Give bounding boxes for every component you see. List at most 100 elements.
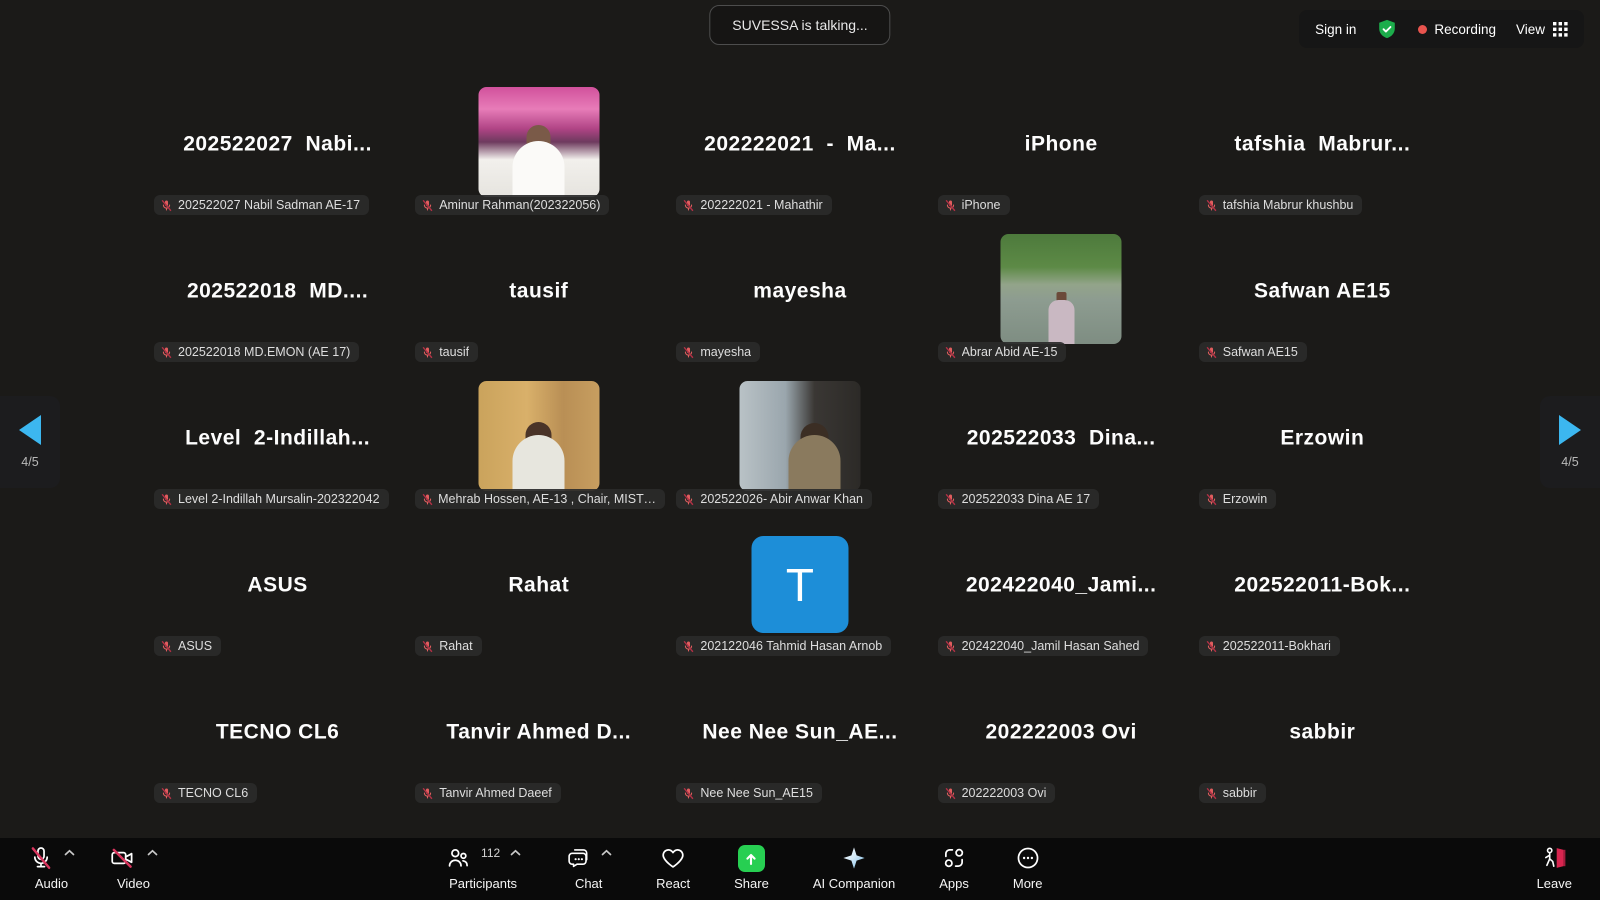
- mic-muted-icon: [421, 493, 433, 506]
- mic-muted-icon: [160, 640, 173, 653]
- participant-tile[interactable]: mayesha mayesha: [669, 220, 930, 367]
- prev-arrow-icon: [19, 415, 41, 445]
- mic-muted-icon: [160, 787, 173, 800]
- participants-count-badge: 112: [481, 846, 500, 860]
- participant-label-text: 202222021 - Mahathir: [700, 198, 822, 212]
- share-label: Share: [734, 876, 769, 891]
- participant-display-name: ASUS: [147, 573, 408, 597]
- participant-name-label: TECNO CL6: [154, 783, 257, 803]
- participant-label-text: Abrar Abid AE-15: [962, 345, 1058, 359]
- mic-muted-icon: [944, 346, 957, 359]
- ai-companion-button[interactable]: AI Companion: [813, 838, 895, 900]
- security-shield-icon[interactable]: [1376, 18, 1398, 40]
- participant-tile[interactable]: Safwan AE15Safwan AE15: [1192, 220, 1453, 367]
- participant-tile[interactable]: 202422040_Jami...202422040_Jamil Hasan S…: [931, 514, 1192, 661]
- video-options-chevron[interactable]: [147, 849, 158, 857]
- participant-label-text: Rahat: [439, 639, 472, 653]
- more-ellipsis-icon: [1015, 845, 1041, 871]
- participant-tile[interactable]: ASUSASUS: [147, 514, 408, 661]
- participant-tile[interactable]: Level 2-Indillah...Level 2-Indillah Murs…: [147, 367, 408, 514]
- participant-display-name: tafshia Mabrur...: [1192, 132, 1453, 156]
- participant-name-label: tausif: [415, 342, 478, 362]
- participant-tile[interactable]: TECNO CL6 TECNO CL6: [147, 661, 408, 808]
- participant-display-name: mayesha: [669, 279, 930, 303]
- participant-tile[interactable]: T202122046 Tahmid Hasan Arnob: [669, 514, 930, 661]
- react-button[interactable]: React: [656, 838, 690, 900]
- sign-in-button[interactable]: Sign in: [1315, 22, 1356, 37]
- participant-tile[interactable]: 202522027 Nabi...202522027 Nabil Sadman …: [147, 73, 408, 220]
- participant-tile[interactable]: Aminur Rahman(202322056): [408, 73, 669, 220]
- participant-name-label: Rahat: [415, 636, 481, 656]
- participant-name-label: Safwan AE15: [1199, 342, 1307, 362]
- mic-muted-icon: [160, 346, 173, 359]
- meeting-toolbar: Audio Video: [0, 838, 1600, 900]
- audio-options-chevron[interactable]: [64, 849, 75, 857]
- participant-label-text: Aminur Rahman(202322056): [439, 198, 600, 212]
- page-indicator: 4/5: [1561, 455, 1578, 469]
- participant-tile[interactable]: Abrar Abid AE-15: [931, 220, 1192, 367]
- mic-muted-icon: [944, 787, 957, 800]
- participant-tile[interactable]: sabbirsabbir: [1192, 661, 1453, 808]
- participant-tile[interactable]: 202222003 Ovi202222003 Ovi: [931, 661, 1192, 808]
- participant-name-label: 202522026- Abir Anwar Khan: [676, 489, 872, 509]
- participant-tile[interactable]: Nee Nee Sun_AE...Nee Nee Sun_AE15: [669, 661, 930, 808]
- participant-display-name: tausif: [408, 279, 669, 303]
- participants-label: Participants: [449, 876, 517, 891]
- participant-label-text: Safwan AE15: [1223, 345, 1298, 359]
- participant-display-name: 202522027 Nabi...: [147, 132, 408, 156]
- participant-tile[interactable]: 202522026- Abir Anwar Khan: [669, 367, 930, 514]
- chat-button[interactable]: Chat: [565, 838, 612, 900]
- participant-tile[interactable]: 202522018 MD....202522018 MD.EMON (AE 17…: [147, 220, 408, 367]
- leave-button[interactable]: Leave: [1537, 838, 1572, 900]
- share-button[interactable]: Share: [734, 838, 769, 900]
- participant-tile[interactable]: 202522011-Bok...202522011-Bokhari: [1192, 514, 1453, 661]
- participant-tile[interactable]: tausif tausif: [408, 220, 669, 367]
- more-button[interactable]: More: [1013, 838, 1043, 900]
- gallery-next-button[interactable]: 4/5: [1540, 396, 1600, 488]
- chat-options-chevron[interactable]: [601, 849, 612, 857]
- participant-label-text: TECNO CL6: [178, 786, 248, 800]
- recording-indicator: Recording: [1418, 22, 1496, 37]
- participant-tile[interactable]: ErzowinErzowin: [1192, 367, 1453, 514]
- participant-photo: [1001, 234, 1122, 344]
- participant-name-label: 202122046 Tahmid Hasan Arnob: [676, 636, 891, 656]
- participant-name-label: iPhone: [938, 195, 1010, 215]
- participant-display-name: TECNO CL6: [147, 720, 408, 744]
- ai-companion-label: AI Companion: [813, 876, 895, 891]
- participant-name-label: Nee Nee Sun_AE15: [676, 783, 822, 803]
- participant-tile[interactable]: 202522033 Dina...202522033 Dina AE 17: [931, 367, 1192, 514]
- participant-display-name: 202522011-Bok...: [1192, 573, 1453, 597]
- participant-tile[interactable]: tafshia Mabrur... tafshia Mabrur khushbu: [1192, 73, 1453, 220]
- participant-tile[interactable]: Rahat Rahat: [408, 514, 669, 661]
- apps-button[interactable]: Apps: [939, 838, 969, 900]
- participants-options-chevron[interactable]: [510, 849, 521, 857]
- participant-display-name: Tanvir Ahmed D...: [408, 720, 669, 744]
- participant-tile[interactable]: Tanvir Ahmed D... Tanvir Ahmed Daeef: [408, 661, 669, 808]
- view-button[interactable]: View: [1516, 22, 1568, 37]
- mic-muted-icon: [944, 199, 957, 212]
- participant-name-label: Aminur Rahman(202322056): [415, 195, 609, 215]
- participant-name-label: tafshia Mabrur khushbu: [1199, 195, 1363, 215]
- participant-name-label: Tanvir Ahmed Daeef: [415, 783, 561, 803]
- participant-name-label: mayesha: [676, 342, 760, 362]
- participant-tile[interactable]: 202222021 - Ma...202222021 - Mahathir: [669, 73, 930, 220]
- video-button[interactable]: Video: [109, 838, 158, 900]
- chat-label: Chat: [575, 876, 602, 891]
- participant-label-text: tausif: [439, 345, 469, 359]
- gallery-prev-button[interactable]: 4/5: [0, 396, 60, 488]
- participants-button[interactable]: 112 Participants: [445, 838, 521, 900]
- participant-photo: [739, 381, 860, 491]
- view-label: View: [1516, 22, 1545, 37]
- participant-label-text: Nee Nee Sun_AE15: [700, 786, 813, 800]
- audio-button[interactable]: Audio: [28, 838, 75, 900]
- participant-tile[interactable]: iPhoneiPhone: [931, 73, 1192, 220]
- share-screen-icon: [738, 845, 765, 872]
- active-speaker-banner: SUVESSA is talking...: [709, 5, 890, 45]
- participant-label-text: iPhone: [962, 198, 1001, 212]
- participant-label-text: 202522033 Dina AE 17: [962, 492, 1091, 506]
- mic-muted-icon: [1205, 199, 1218, 212]
- apps-label: Apps: [939, 876, 969, 891]
- participant-tile[interactable]: Mehrab Hossen, AE-13 , Chair, MIST Stu..…: [408, 367, 669, 514]
- participant-display-name: Rahat: [408, 573, 669, 597]
- mic-muted-icon: [682, 640, 695, 653]
